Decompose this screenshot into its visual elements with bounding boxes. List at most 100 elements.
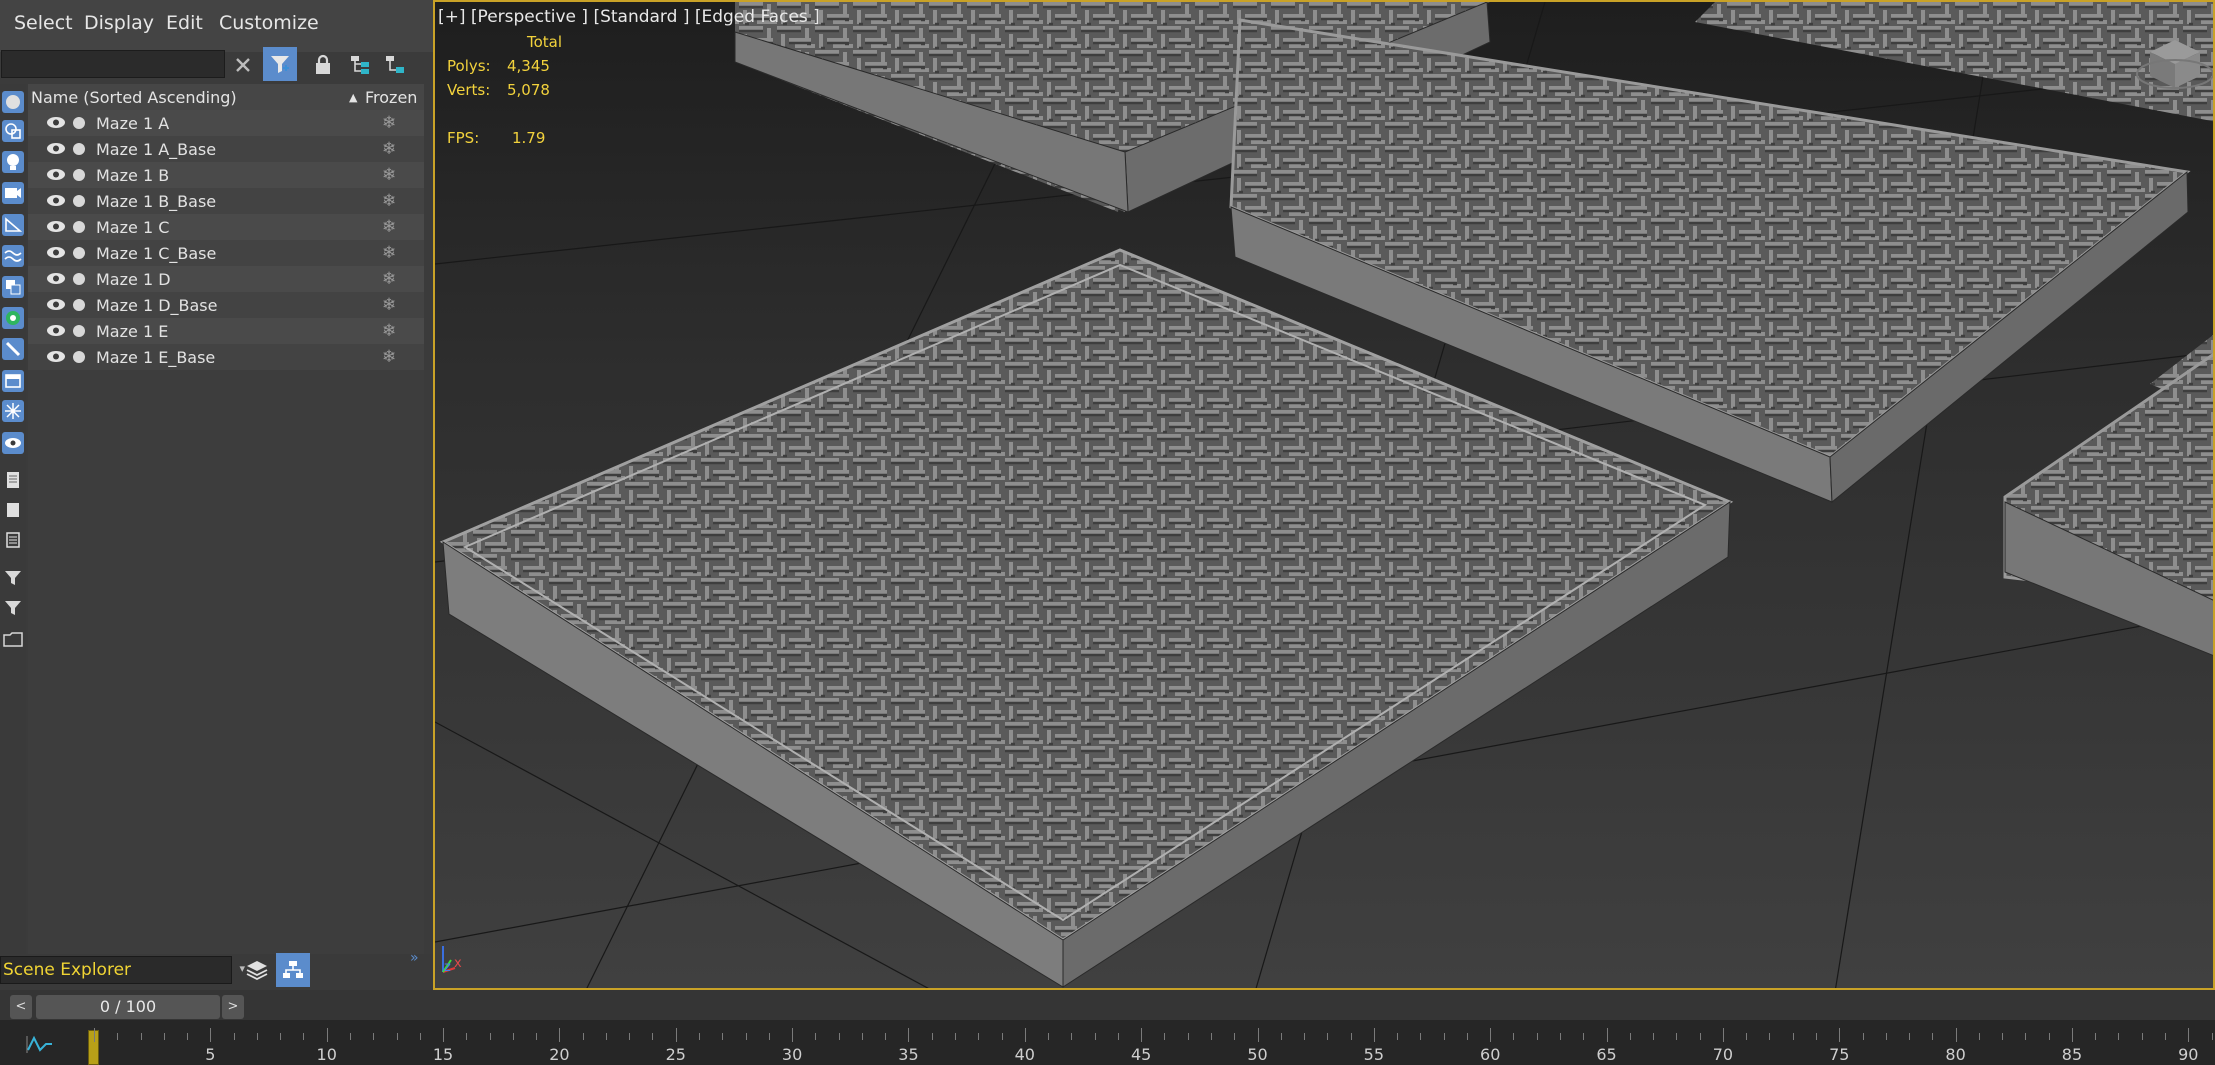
ruler-tick (629, 1033, 631, 1040)
display-containers-button[interactable] (2, 370, 24, 392)
object-name: Maze 1 A_Base (96, 140, 217, 159)
render-dot-icon[interactable] (73, 273, 85, 285)
ruler-tick (1653, 1033, 1655, 1040)
render-dot-icon[interactable] (73, 247, 85, 259)
display-lights-button[interactable] (2, 151, 24, 173)
frozen-snowflake-icon[interactable]: ❄ (382, 295, 396, 315)
render-dot-icon[interactable] (73, 195, 85, 207)
explorer-row[interactable]: Maze 1 D ❄ (28, 266, 424, 292)
perspective-viewport[interactable] (433, 0, 2215, 990)
display-cameras-button[interactable] (2, 182, 24, 204)
explorer-row[interactable]: Maze 1 E ❄ (28, 318, 424, 344)
display-none-button[interactable] (2, 499, 24, 521)
viewport-label[interactable]: [+] [Perspective ] [Standard ] [Edged Fa… (438, 7, 820, 27)
visibility-eye-icon[interactable] (46, 194, 66, 207)
menu-customize[interactable]: Customize (219, 12, 319, 34)
visibility-eye-icon[interactable] (46, 246, 66, 259)
ruler-tick (1955, 1028, 1957, 1042)
search-input[interactable] (1, 50, 225, 78)
visibility-eye-icon[interactable] (46, 350, 66, 363)
display-frozen-button[interactable] (2, 400, 24, 422)
stats-polys-label: Polys: (447, 57, 491, 75)
visibility-eye-icon[interactable] (46, 168, 66, 181)
next-frame-button[interactable]: > (222, 995, 244, 1019)
panel-expand-icon[interactable]: » (410, 950, 419, 966)
menu-display[interactable]: Display (84, 12, 154, 34)
display-xrefs-button[interactable] (2, 307, 24, 329)
frozen-snowflake-icon[interactable]: ❄ (382, 139, 396, 159)
ruler-tick (1746, 1033, 1748, 1040)
ruler-tick (559, 1028, 561, 1042)
frozen-snowflake-icon[interactable]: ❄ (382, 243, 396, 263)
display-helpers-button[interactable] (2, 214, 24, 236)
hierarchy-sync-button[interactable] (343, 48, 377, 82)
ruler-tick (140, 1033, 142, 1040)
spacewarp-icon (4, 250, 22, 262)
explorer-row[interactable]: Maze 1 B ❄ (28, 162, 424, 188)
display-shapes-button[interactable] (2, 120, 24, 142)
visibility-eye-icon[interactable] (46, 116, 66, 129)
ruler-tick (954, 1033, 956, 1040)
explorer-row[interactable]: Maze 1 A ❄ (28, 110, 424, 136)
clear-search-button[interactable] (226, 48, 260, 82)
filter-button[interactable] (2, 597, 24, 619)
render-dot-icon[interactable] (73, 351, 85, 363)
hierarchy-expand-icon (386, 56, 404, 73)
explorer-row[interactable]: Maze 1 B_Base ❄ (28, 188, 424, 214)
frame-display-slider[interactable]: 0 / 100 (36, 995, 220, 1019)
visibility-eye-icon[interactable] (46, 272, 66, 285)
menu-edit[interactable]: Edit (166, 12, 203, 34)
display-bones-button[interactable] (2, 338, 24, 360)
visibility-eye-icon[interactable] (46, 142, 66, 155)
display-hidden-button[interactable] (2, 432, 24, 454)
hierarchy-view-button[interactable] (276, 953, 310, 987)
render-dot-icon[interactable] (73, 169, 85, 181)
ruler-tick (931, 1033, 933, 1040)
explorer-row[interactable]: Maze 1 E_Base ❄ (28, 344, 424, 370)
explorer-row[interactable]: Maze 1 C ❄ (28, 214, 424, 240)
display-invert-button[interactable] (2, 529, 24, 551)
scene-explorer-select[interactable]: Scene Explorer ▾ (0, 956, 245, 984)
display-groups-button[interactable] (2, 276, 24, 298)
object-name: Maze 1 C (96, 218, 170, 237)
render-dot-icon[interactable] (73, 299, 85, 311)
filter-settings-button[interactable] (2, 567, 24, 589)
explorer-row[interactable]: Maze 1 D_Base ❄ (28, 292, 424, 318)
frozen-snowflake-icon[interactable]: ❄ (382, 321, 396, 341)
render-dot-icon[interactable] (73, 325, 85, 337)
hierarchy-icon (351, 56, 369, 74)
curve-editor-button[interactable] (26, 1034, 54, 1058)
display-all-button[interactable] (2, 469, 24, 491)
column-frozen-header[interactable]: Frozen (365, 88, 417, 107)
frozen-snowflake-icon[interactable]: ❄ (382, 165, 396, 185)
visibility-eye-icon[interactable] (46, 220, 66, 233)
ruler-tick (1885, 1033, 1887, 1040)
column-name-header[interactable]: Name (Sorted Ascending) (31, 88, 237, 107)
hierarchy-expand-button[interactable] (378, 48, 412, 82)
render-dot-icon[interactable] (73, 143, 85, 155)
display-geometry-button[interactable] (2, 91, 24, 113)
visibility-eye-icon[interactable] (46, 324, 66, 337)
explorer-row[interactable]: Maze 1 A_Base ❄ (28, 136, 424, 162)
prev-frame-button[interactable]: < (10, 995, 32, 1019)
menu-select[interactable]: Select (14, 12, 73, 34)
render-dot-icon[interactable] (73, 221, 85, 233)
explorer-row[interactable]: Maze 1 C_Base ❄ (28, 240, 424, 266)
frozen-snowflake-icon[interactable]: ❄ (382, 191, 396, 211)
frozen-snowflake-icon[interactable]: ❄ (382, 269, 396, 289)
render-dot-icon[interactable] (73, 117, 85, 129)
selection-set-button[interactable] (2, 628, 24, 650)
lock-button[interactable] (306, 48, 340, 82)
stats-verts-label: Verts: (447, 81, 491, 99)
frozen-snowflake-icon[interactable]: ❄ (382, 347, 396, 367)
frozen-snowflake-icon[interactable]: ❄ (382, 217, 396, 237)
frozen-snowflake-icon[interactable]: ❄ (382, 113, 396, 133)
ruler-tick (163, 1033, 165, 1040)
ruler-tick (1024, 1028, 1026, 1042)
ruler-tick (326, 1028, 328, 1042)
visibility-eye-icon[interactable] (46, 298, 66, 311)
display-spacewarps-button[interactable] (2, 245, 24, 267)
ruler-tick (1909, 1033, 1911, 1040)
filter-toggle-button[interactable] (263, 47, 297, 81)
layer-explorer-button[interactable] (240, 953, 274, 987)
